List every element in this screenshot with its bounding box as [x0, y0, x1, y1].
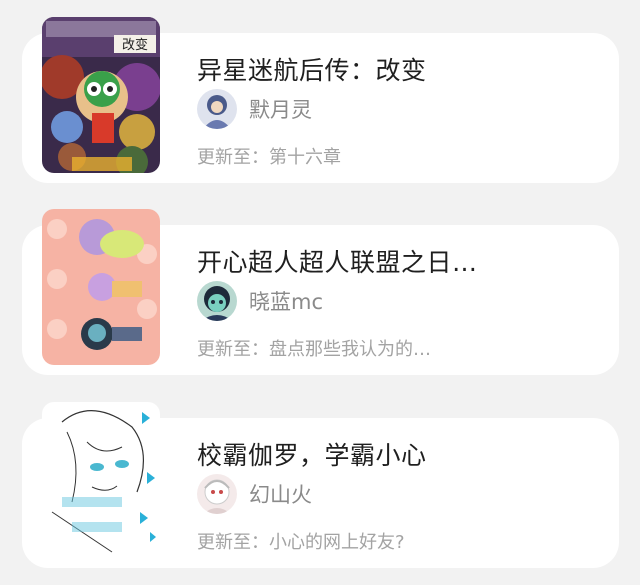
book-card[interactable]: 改变 异星迷航后传：改变 默月灵 更新至：第十六章: [22, 17, 619, 183]
update-status: 更新至：盘点那些我认为的…: [197, 339, 431, 360]
book-title[interactable]: 开心超人超人联盟之日…: [197, 243, 478, 279]
cover-title: 改变: [122, 37, 148, 53]
author-row[interactable]: 默月灵: [197, 89, 312, 129]
author-name[interactable]: 幻山火: [249, 479, 312, 509]
cover-art: [42, 209, 160, 365]
author-name[interactable]: 晓蓝mc: [249, 286, 323, 316]
author-avatar[interactable]: [197, 281, 237, 321]
author-row[interactable]: 晓蓝mc: [197, 281, 323, 321]
cover-art: [42, 402, 160, 558]
book-title[interactable]: 异星迷航后传：改变: [197, 51, 427, 87]
author-avatar[interactable]: [197, 474, 237, 514]
author-avatar[interactable]: [197, 89, 237, 129]
book-cover-image[interactable]: [42, 209, 160, 365]
book-cover-image[interactable]: [42, 402, 160, 558]
book-title[interactable]: 校霸伽罗，学霸小心: [197, 436, 427, 472]
author-name[interactable]: 默月灵: [249, 94, 312, 124]
cover-art: 改变: [42, 17, 160, 173]
book-card[interactable]: 开心超人超人联盟之日… 晓蓝mc 更新至：盘点那些我认为的…: [22, 209, 619, 375]
update-status: 更新至：小心的网上好友?: [197, 532, 405, 553]
book-card[interactable]: 校霸伽罗，学霸小心 幻山火 更新至：小心的网上好友?: [22, 402, 619, 568]
author-row[interactable]: 幻山火: [197, 474, 312, 514]
book-cover-image[interactable]: 改变: [42, 17, 160, 173]
update-status: 更新至：第十六章: [197, 147, 341, 168]
